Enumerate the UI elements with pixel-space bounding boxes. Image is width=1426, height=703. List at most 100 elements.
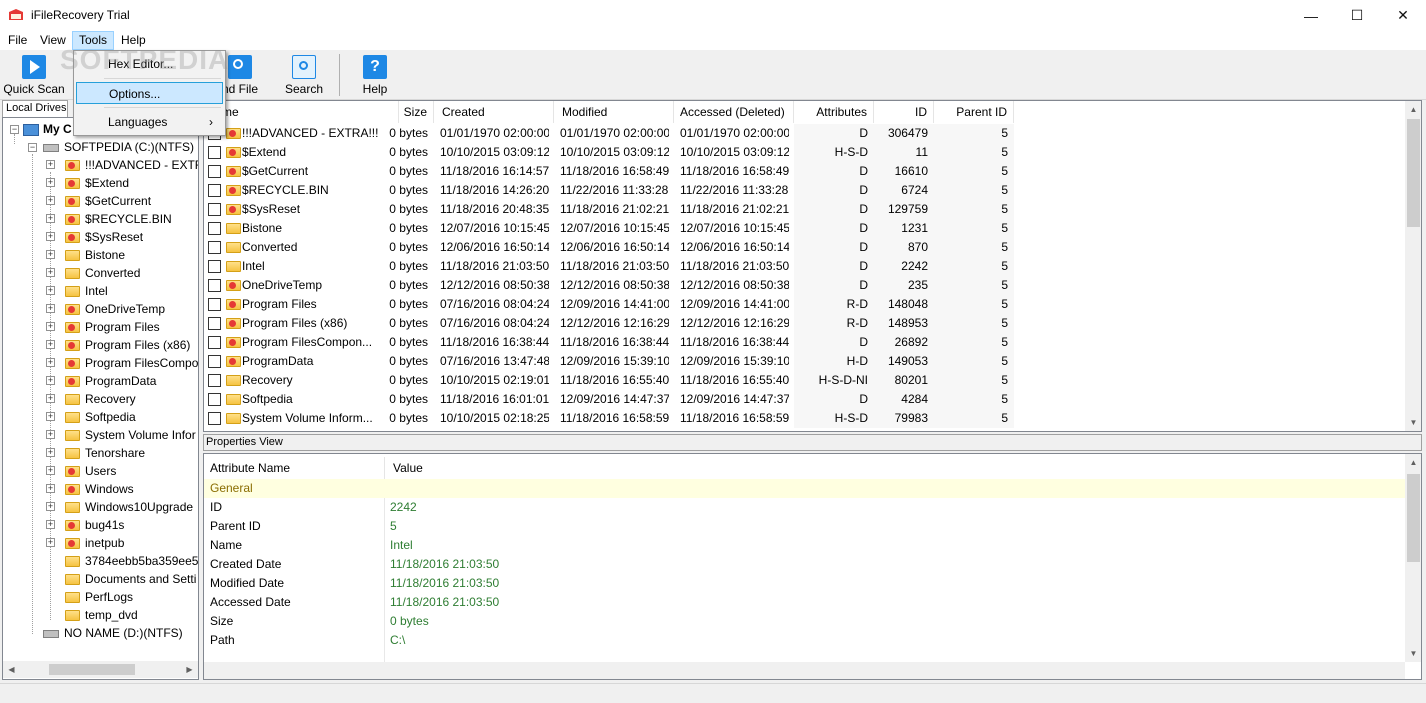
tree-expander[interactable]: − bbox=[10, 125, 19, 134]
table-row[interactable]: System Volume Inform... 0 bytes 10/10/2015… bbox=[204, 409, 1409, 428]
property-row[interactable]: Parent ID 5 bbox=[204, 517, 1405, 536]
minimize-button[interactable]: — bbox=[1288, 0, 1334, 31]
tree-folder-item[interactable]: !!!ADVANCED - EXTR bbox=[65, 156, 198, 174]
property-row[interactable]: Size 0 bytes bbox=[204, 612, 1405, 631]
tree-folder-item[interactable]: 3784eebb5ba359ee5b bbox=[65, 552, 198, 570]
tree-expander[interactable]: + bbox=[46, 304, 55, 313]
tree-expander[interactable]: + bbox=[46, 448, 55, 457]
row-checkbox[interactable] bbox=[208, 165, 221, 178]
table-row[interactable]: OneDriveTemp 0 bytes 12/12/2016 08:50:38 12… bbox=[204, 276, 1409, 295]
table-row[interactable]: Program FilesCompon... 0 bytes 11/18/2016 … bbox=[204, 333, 1409, 352]
column-header[interactable]: ID bbox=[874, 101, 934, 123]
properties-horizontal-scrollbar[interactable] bbox=[204, 662, 1405, 679]
tree-expander[interactable]: + bbox=[46, 340, 55, 349]
table-row[interactable]: Converted 0 bytes 12/06/2016 16:50:14 12/06… bbox=[204, 238, 1409, 257]
tree-expander[interactable]: + bbox=[46, 376, 55, 385]
row-checkbox[interactable] bbox=[208, 336, 221, 349]
tree-expander[interactable]: + bbox=[46, 502, 55, 511]
maximize-button[interactable]: ☐ bbox=[1334, 0, 1380, 31]
tree-folder-item[interactable]: Program Files bbox=[65, 318, 160, 336]
local-drives-tab[interactable]: Local Drives bbox=[2, 100, 68, 117]
scroll-right-icon[interactable]: ▶ bbox=[181, 661, 198, 678]
row-checkbox[interactable] bbox=[208, 355, 221, 368]
tree-folder-item[interactable]: Documents and Setti bbox=[65, 570, 196, 588]
value-header[interactable]: Value bbox=[393, 457, 423, 479]
row-checkbox[interactable] bbox=[208, 298, 221, 311]
column-header[interactable]: Size bbox=[399, 101, 434, 123]
tree-folder-item[interactable]: Recovery bbox=[65, 390, 136, 408]
help-button[interactable]: ? Help bbox=[354, 53, 396, 99]
tree-folder-item[interactable]: Softpedia bbox=[65, 408, 136, 426]
column-header[interactable]: Modified bbox=[554, 101, 674, 123]
tree-folder-item[interactable]: temp_dvd bbox=[65, 606, 138, 624]
tree-expander[interactable]: + bbox=[46, 214, 55, 223]
property-row[interactable]: Accessed Date 11/18/2016 21:03:50 bbox=[204, 593, 1405, 612]
scroll-thumb[interactable] bbox=[49, 664, 135, 675]
row-checkbox[interactable] bbox=[208, 412, 221, 425]
scroll-down-icon[interactable]: ▼ bbox=[1405, 645, 1421, 662]
table-row[interactable]: Intel 0 bytes 11/18/2016 21:03:50 11/18/201… bbox=[204, 257, 1409, 276]
column-header[interactable]: Attributes bbox=[794, 101, 874, 123]
table-row[interactable]: Program Files 0 bytes 07/16/2016 08:04:24 1… bbox=[204, 295, 1409, 314]
tree-expander[interactable]: − bbox=[28, 143, 37, 152]
column-header[interactable]: Parent ID bbox=[934, 101, 1014, 123]
tree-expander[interactable]: + bbox=[46, 178, 55, 187]
tree-folder-item[interactable]: Bistone bbox=[65, 246, 125, 264]
tree-drive-d[interactable]: NO NAME (D:)(NTFS) bbox=[43, 624, 183, 642]
tree-expander[interactable]: + bbox=[46, 484, 55, 493]
menu-languages[interactable]: Languages › bbox=[76, 111, 223, 133]
tree-folder-item[interactable]: $RECYCLE.BIN bbox=[65, 210, 172, 228]
column-header[interactable]: Created bbox=[434, 101, 554, 123]
search-button[interactable]: Search bbox=[280, 53, 328, 99]
tree-folder-item[interactable]: Users bbox=[65, 462, 116, 480]
table-row[interactable]: Program Files (x86) 0 bytes 07/16/2016 08:… bbox=[204, 314, 1409, 333]
tree-folder-item[interactable]: Program Files (x86) bbox=[65, 336, 190, 354]
table-row[interactable]: Softpedia 0 bytes 11/18/2016 16:01:01 12/09… bbox=[204, 390, 1409, 409]
tree-expander[interactable]: + bbox=[46, 430, 55, 439]
tree-folder-item[interactable]: ProgramData bbox=[65, 372, 156, 390]
scroll-down-icon[interactable]: ▼ bbox=[1405, 414, 1421, 431]
row-checkbox[interactable] bbox=[208, 279, 221, 292]
tree-drive-c[interactable]: SOFTPEDIA (C:)(NTFS) bbox=[43, 138, 194, 156]
row-checkbox[interactable] bbox=[208, 241, 221, 254]
tree-expander[interactable]: + bbox=[46, 250, 55, 259]
row-checkbox[interactable] bbox=[208, 374, 221, 387]
tree-expander[interactable]: + bbox=[46, 538, 55, 547]
tree-folder-item[interactable]: Windows10Upgrade bbox=[65, 498, 193, 516]
quick-scan-button[interactable]: Quick Scan bbox=[2, 53, 66, 99]
column-header[interactable]: me bbox=[204, 101, 399, 123]
tree-folder-item[interactable]: Windows bbox=[65, 480, 134, 498]
table-row[interactable]: $GetCurrent 0 bytes 11/18/2016 16:14:57 11/… bbox=[204, 162, 1409, 181]
close-button[interactable]: ✕ bbox=[1380, 0, 1426, 31]
table-row[interactable]: Recovery 0 bytes 10/10/2015 02:19:01 11/18/… bbox=[204, 371, 1409, 390]
table-row[interactable]: $Extend 0 bytes 10/10/2015 03:09:12 10/10/2… bbox=[204, 143, 1409, 162]
column-header[interactable]: Accessed (Deleted) bbox=[674, 101, 794, 123]
row-checkbox[interactable] bbox=[208, 203, 221, 216]
tree-expander[interactable]: + bbox=[46, 160, 55, 169]
scroll-thumb[interactable] bbox=[1407, 474, 1420, 562]
scroll-up-icon[interactable]: ▲ bbox=[1405, 454, 1421, 471]
row-checkbox[interactable] bbox=[208, 146, 221, 159]
tree-expander[interactable]: + bbox=[46, 232, 55, 241]
row-checkbox[interactable] bbox=[208, 393, 221, 406]
property-row[interactable]: Created Date 11/18/2016 21:03:50 bbox=[204, 555, 1405, 574]
table-row[interactable]: $SysReset 0 bytes 11/18/2016 20:48:35 11/18… bbox=[204, 200, 1409, 219]
row-checkbox[interactable] bbox=[208, 184, 221, 197]
properties-vertical-scrollbar[interactable]: ▲ ▼ bbox=[1405, 454, 1421, 662]
tree-expander[interactable]: + bbox=[46, 286, 55, 295]
tree-expander[interactable]: + bbox=[46, 322, 55, 331]
scroll-up-icon[interactable]: ▲ bbox=[1405, 101, 1421, 118]
tree-folder-item[interactable]: Intel bbox=[65, 282, 108, 300]
tree-horizontal-scrollbar[interactable]: ◀ ▶ bbox=[3, 661, 198, 678]
tree-folder-item[interactable]: inetpub bbox=[65, 534, 124, 552]
tree-folder-item[interactable]: System Volume Infor bbox=[65, 426, 196, 444]
property-row[interactable]: ID 2242 bbox=[204, 498, 1405, 517]
tree-folder-item[interactable]: bug41s bbox=[65, 516, 124, 534]
row-checkbox[interactable] bbox=[208, 317, 221, 330]
tree-root[interactable]: My C bbox=[23, 120, 72, 138]
scroll-left-icon[interactable]: ◀ bbox=[3, 661, 20, 678]
tree-expander[interactable]: + bbox=[46, 412, 55, 421]
table-row[interactable]: $RECYCLE.BIN 0 bytes 11/18/2016 14:26:20 11… bbox=[204, 181, 1409, 200]
tree-folder-item[interactable]: $GetCurrent bbox=[65, 192, 151, 210]
menu-file[interactable]: File bbox=[2, 31, 33, 50]
